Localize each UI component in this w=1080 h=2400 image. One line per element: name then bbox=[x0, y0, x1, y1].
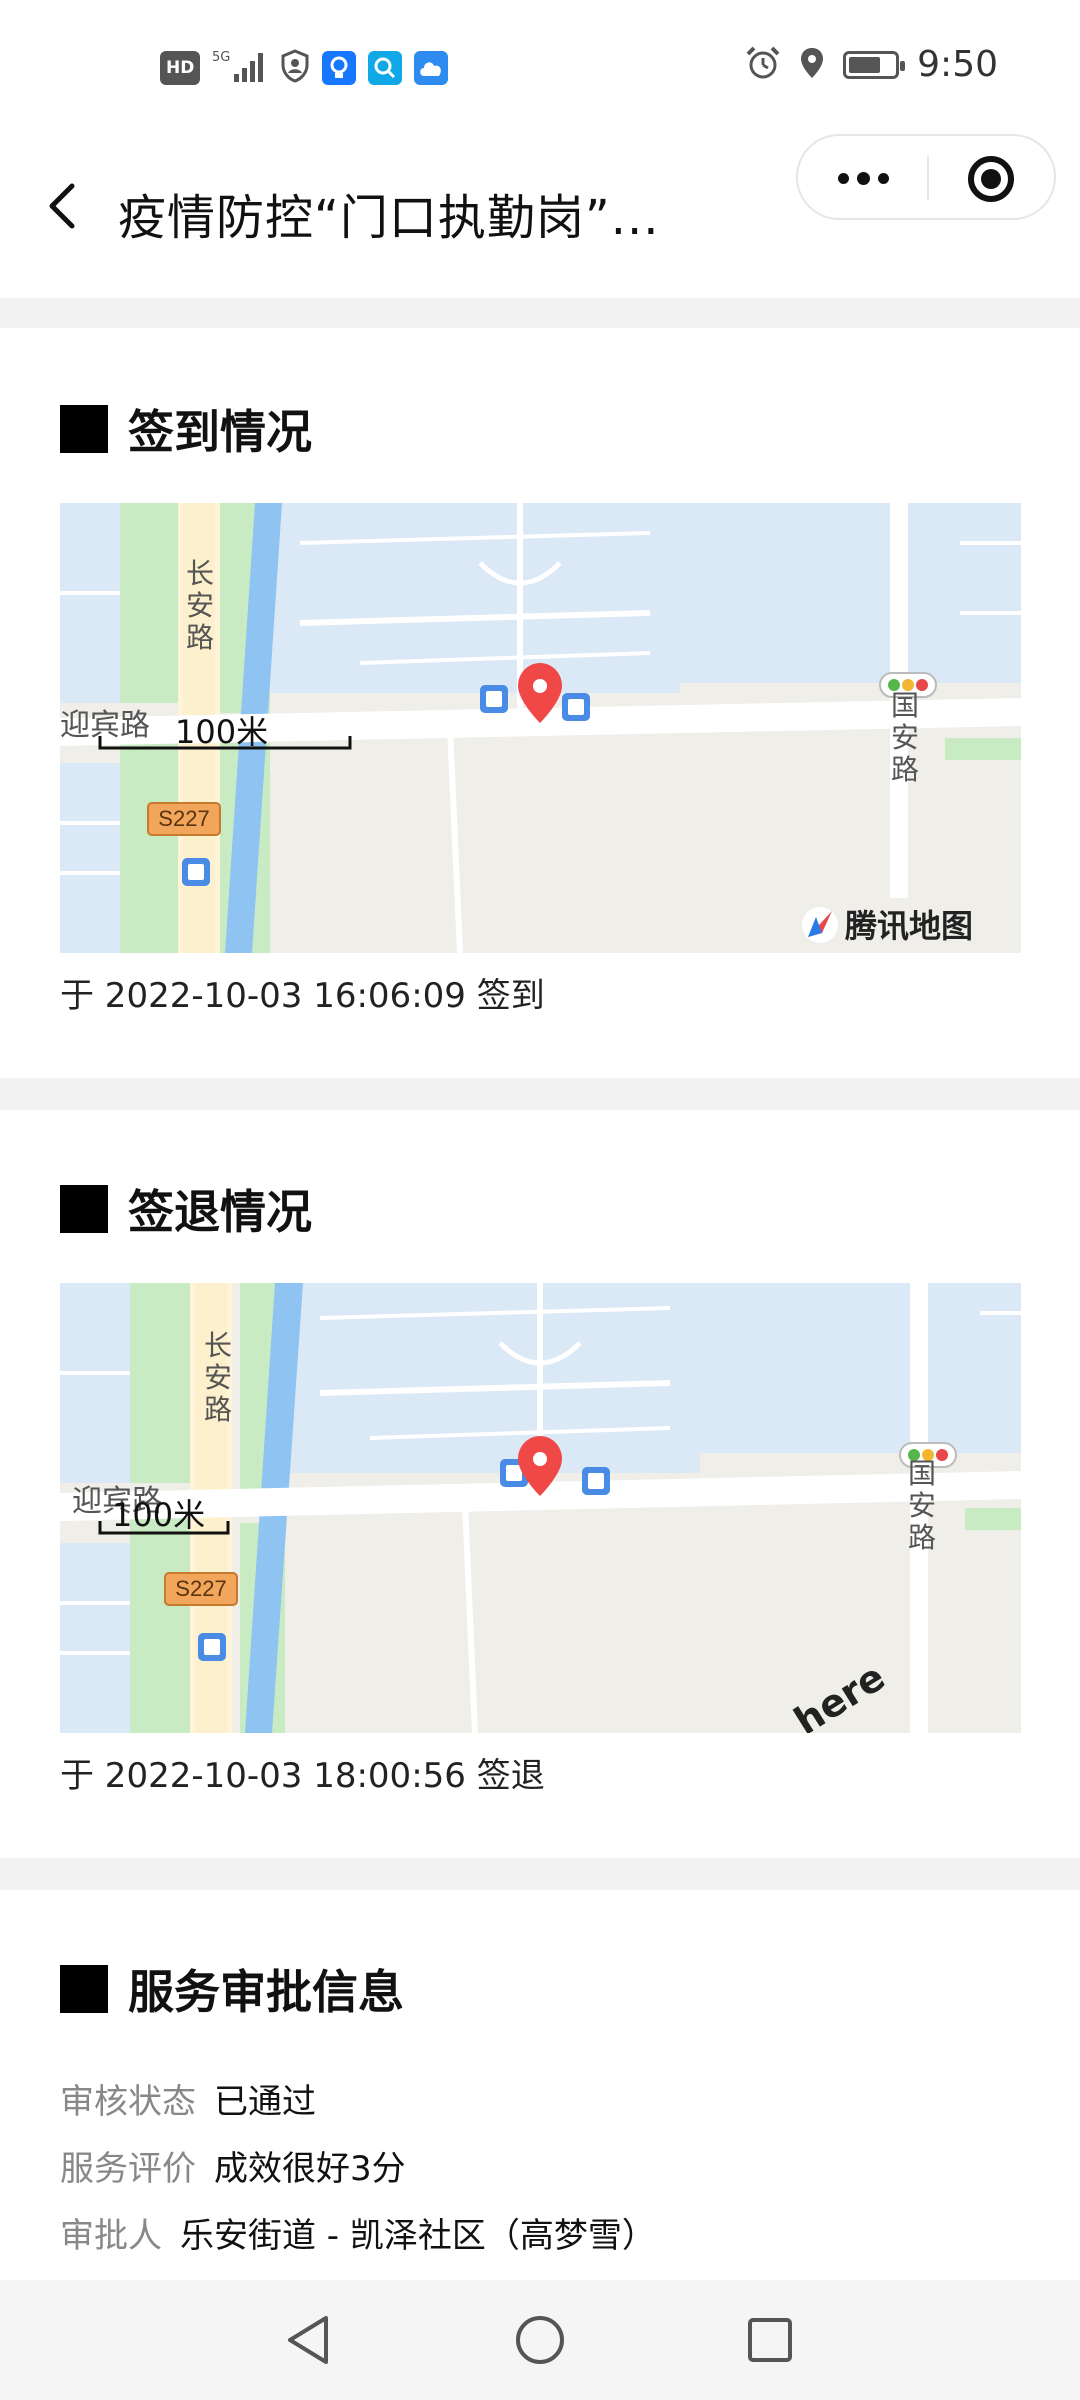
bulb-icon bbox=[322, 50, 357, 85]
heading-marker bbox=[60, 1185, 108, 1233]
info-value: 已通过 bbox=[214, 2082, 316, 2122]
road-label-changan: 长安路 bbox=[204, 1329, 232, 1426]
svg-text:腾讯地图: 腾讯地图 bbox=[845, 907, 973, 945]
heading-marker bbox=[60, 1965, 108, 2013]
section-divider bbox=[0, 1078, 1080, 1110]
road-label-changan: 长安路 bbox=[186, 557, 214, 654]
tencent-map-logo: 腾讯地图 bbox=[790, 898, 1021, 953]
highway-tag: S227 bbox=[158, 806, 209, 831]
search-app-icon bbox=[368, 50, 403, 85]
back-arrow-icon[interactable] bbox=[42, 176, 82, 236]
info-value: 乐安街道 - 凯泽社区（高梦雪） bbox=[180, 2216, 656, 2256]
road-label-guoan: 国安路 bbox=[891, 689, 919, 786]
shield-icon bbox=[280, 48, 310, 87]
approval-row-rating: 服务评价 成效很好3分 bbox=[60, 2141, 406, 2190]
info-label: 审批人 bbox=[60, 2216, 162, 2256]
checkin-heading: 签到情况 bbox=[60, 396, 312, 462]
capsule-divider bbox=[927, 156, 929, 200]
approval-row-status: 审核状态 已通过 bbox=[60, 2074, 316, 2123]
status-bar: HD 5G 9:50 bbox=[0, 0, 1080, 130]
info-label: 服务评价 bbox=[60, 2149, 196, 2189]
cloud-icon bbox=[414, 50, 449, 85]
highway-tag: S227 bbox=[175, 1576, 226, 1601]
checkout-map[interactable]: S227 迎宾路 长安路 国安路 100米 here bbox=[60, 1283, 1021, 1733]
road-label-guoan: 国安路 bbox=[908, 1457, 936, 1554]
approval-row-approver: 审批人 乐安街道 - 凯泽社区（高梦雪） bbox=[60, 2208, 656, 2257]
nav-home-icon[interactable] bbox=[508, 2308, 572, 2372]
svg-text:长安路: 长安路 bbox=[186, 557, 214, 654]
map-scale-label: 100米 bbox=[112, 1496, 205, 1534]
target-close-icon[interactable] bbox=[968, 156, 1014, 202]
more-dots-icon[interactable] bbox=[798, 136, 928, 220]
approval-heading: 服务审批信息 bbox=[60, 1956, 404, 2022]
map-scale-label: 100米 bbox=[175, 713, 268, 751]
checkin-map[interactable]: S227 迎宾路 长安路 国安路 100米 腾讯地图 bbox=[60, 503, 1021, 953]
checkin-title: 签到情况 bbox=[128, 405, 312, 459]
clock: 9:50 bbox=[917, 44, 998, 85]
page-title: 疫情防控“门口执勤岗”... bbox=[118, 190, 660, 246]
mini-program-capsule bbox=[796, 134, 1056, 220]
checkin-time: 于 2022-10-03 16:06:09 签到 bbox=[60, 976, 545, 1016]
road-label-yingbin: 迎宾路 bbox=[60, 708, 150, 743]
network-type: 5G bbox=[212, 50, 230, 65]
checkout-heading: 签退情况 bbox=[60, 1176, 312, 1242]
nav-back-icon[interactable] bbox=[278, 2308, 342, 2372]
section-divider bbox=[0, 298, 1080, 328]
info-value: 成效很好3分 bbox=[214, 2149, 406, 2189]
status-icons-left: HD 5G bbox=[160, 48, 449, 87]
hd-badge: HD bbox=[160, 50, 201, 85]
battery-level bbox=[849, 56, 880, 73]
heading-marker bbox=[60, 405, 108, 453]
info-label: 审核状态 bbox=[60, 2082, 196, 2122]
system-nav-bar bbox=[0, 2280, 1080, 2400]
checkout-time: 于 2022-10-03 18:00:56 签退 bbox=[60, 1756, 545, 1796]
nav-recents-icon[interactable] bbox=[738, 2308, 802, 2372]
checkout-title: 签退情况 bbox=[128, 1185, 312, 1239]
location-icon bbox=[799, 46, 825, 84]
battery-icon bbox=[843, 50, 906, 79]
approval-title: 服务审批信息 bbox=[128, 1965, 404, 2019]
section-divider bbox=[0, 1858, 1080, 1890]
signal-icon: 5G bbox=[212, 48, 268, 87]
alarm-icon bbox=[745, 45, 781, 85]
status-icons-right: 9:50 bbox=[745, 44, 998, 85]
title-bar: 疫情防控“门口执勤岗”... bbox=[0, 130, 1080, 290]
